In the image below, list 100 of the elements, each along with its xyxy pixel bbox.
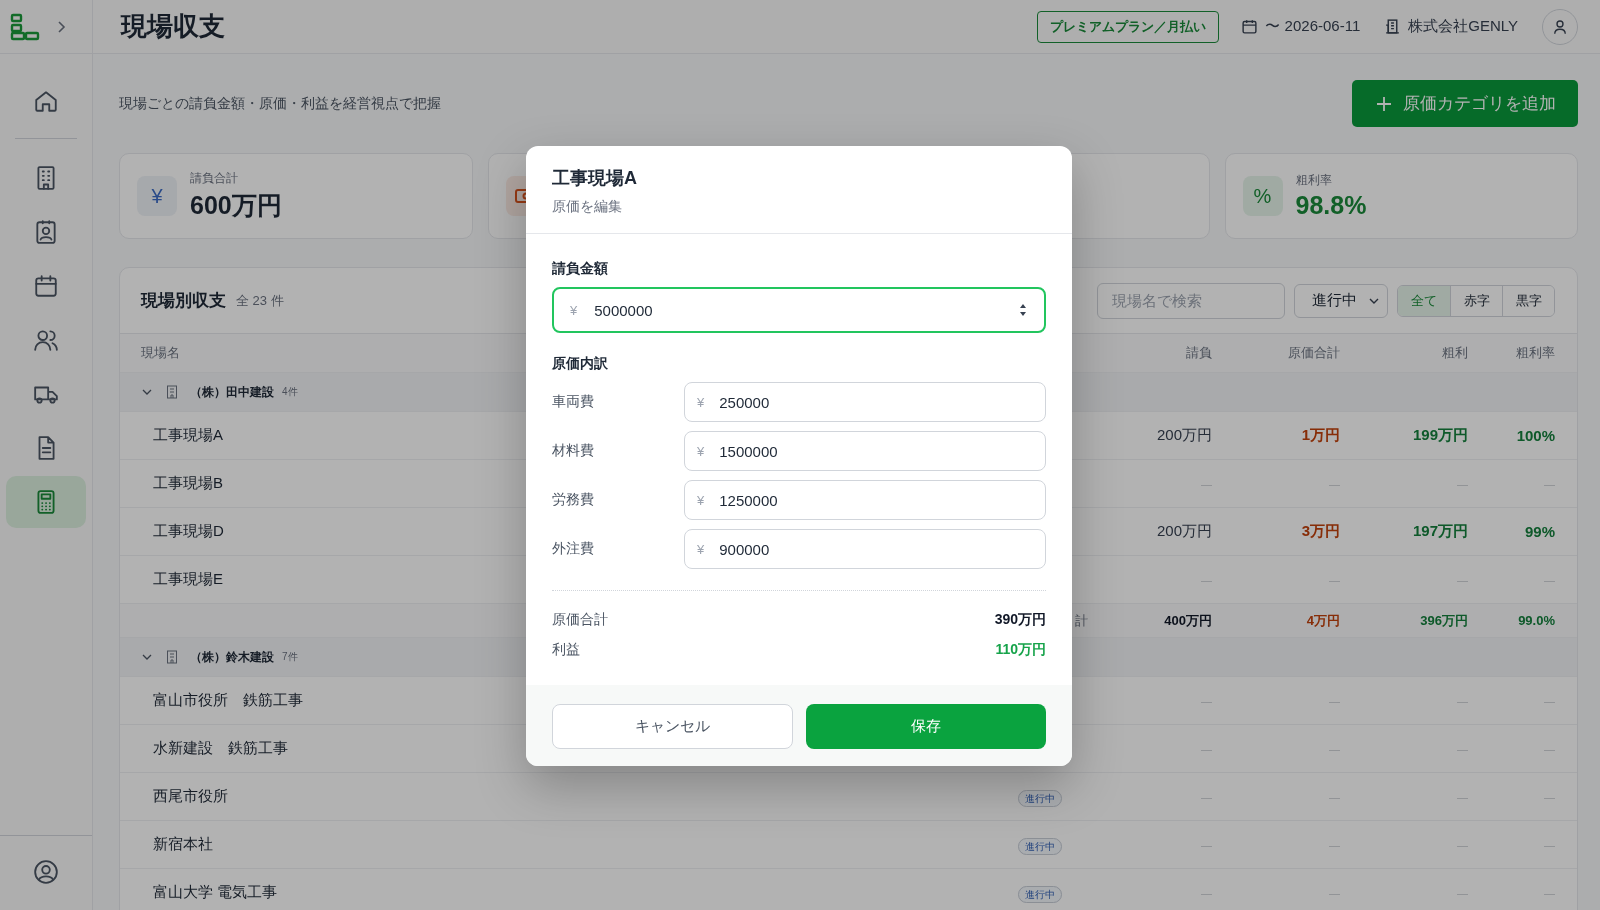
table-cell: — xyxy=(1201,742,1212,755)
site-name[interactable]: 工事現場D xyxy=(141,522,224,539)
cancel-button[interactable]: キャンセル xyxy=(552,704,793,749)
spinner-icon[interactable] xyxy=(1018,302,1028,318)
table-cell: — xyxy=(1544,886,1555,899)
table-cell: — xyxy=(1544,838,1555,851)
status-select[interactable]: 進行中 xyxy=(1294,283,1388,318)
currency-symbol: ¥ xyxy=(697,492,705,508)
subtotal-cell: 99.0% xyxy=(1518,613,1555,628)
cost-field[interactable]: ¥ 900000 xyxy=(684,529,1046,569)
plan-badge: プレミアムプラン／月払い xyxy=(1037,10,1220,43)
card-value: 98.8% xyxy=(1295,191,1367,220)
status-badge: 進行中 xyxy=(1018,837,1062,855)
table-title: 現場別収支 xyxy=(141,290,226,312)
table-cell: — xyxy=(1457,477,1468,490)
profit-value: 110万円 xyxy=(995,641,1046,659)
table-cell: — xyxy=(1544,742,1555,755)
filter-tab[interactable]: 黒字 xyxy=(1502,285,1554,316)
table-cell: — xyxy=(1544,573,1555,586)
table-cell: 200万円 xyxy=(1156,522,1212,539)
subtotal-label: 計 xyxy=(1075,612,1088,628)
table-cell: 100% xyxy=(1516,427,1555,444)
contact-card-icon xyxy=(33,219,59,245)
card-icon: ¥ xyxy=(137,176,177,216)
table-cell: — xyxy=(1457,886,1468,899)
table-cell: 3万円 xyxy=(1301,522,1340,539)
nav-item[interactable] xyxy=(6,476,86,528)
users-icon xyxy=(33,327,59,353)
section-label: 原価内訳 xyxy=(552,355,609,373)
column-header: 粗利率 xyxy=(1516,345,1555,360)
chevron-right-icon[interactable] xyxy=(56,19,66,34)
cost-field[interactable]: ¥ 1250000 xyxy=(684,480,1046,520)
subtotal-cell: 396万円 xyxy=(1420,612,1468,628)
table-cell: — xyxy=(1544,790,1555,803)
table-cell: — xyxy=(1544,477,1555,490)
row-count: 全 23 件 xyxy=(236,291,284,310)
table-cell: — xyxy=(1201,838,1212,851)
site-name[interactable]: 工事現場A xyxy=(141,426,223,443)
building-icon xyxy=(166,385,178,399)
calendar-icon xyxy=(1241,18,1259,35)
group-count: 4件 xyxy=(282,385,298,399)
table-cell: — xyxy=(1201,694,1212,707)
company-name[interactable]: 株式会社GENLY xyxy=(1408,17,1518,36)
table-cell: — xyxy=(1457,742,1468,755)
cost-label: 外注費 xyxy=(552,540,594,558)
table-cell: — xyxy=(1329,790,1340,803)
currency-symbol: ¥ xyxy=(697,443,705,459)
card-value: 600万円 xyxy=(190,190,282,221)
cost-field[interactable]: ¥ 1500000 xyxy=(684,431,1046,471)
cost-field[interactable]: ¥ 250000 xyxy=(684,382,1046,422)
site-name[interactable]: 工事現場B xyxy=(141,474,223,491)
site-name[interactable]: 富山大学 電気工事 xyxy=(141,883,278,900)
card-icon: % xyxy=(1242,176,1283,216)
subtotal-cell: 400万円 xyxy=(1164,612,1212,628)
page-description: 現場ごとの請負金額・原価・利益を経営視点で把握 xyxy=(119,94,441,113)
group-count: 7件 xyxy=(282,650,298,664)
table-cell: — xyxy=(1457,790,1468,803)
site-name[interactable]: 新宿本社 xyxy=(141,835,213,852)
status-badge: 進行中 xyxy=(1018,885,1062,903)
site-name[interactable]: 水新建設 鉄筋工事 xyxy=(141,739,288,756)
subtotal-cell: 4万円 xyxy=(1306,612,1340,628)
site-name[interactable]: 富山市役所 鉄筋工事 xyxy=(141,691,303,708)
chevron-icon[interactable] xyxy=(142,654,152,660)
card-label: 請負合計 xyxy=(190,170,239,187)
summary-label: 原価合計 xyxy=(552,611,608,629)
site-name[interactable]: 西尾市役所 xyxy=(141,787,228,804)
table-cell: — xyxy=(1329,838,1340,851)
dialog-subtitle: 原価を編集 xyxy=(552,198,623,216)
search-field[interactable]: 現場名で検索 xyxy=(1097,282,1285,319)
table-cell: — xyxy=(1329,742,1340,755)
user-circle-icon xyxy=(33,859,59,885)
column-header: 原価合計 xyxy=(1288,345,1340,360)
amount-field[interactable]: ¥ 5000000 xyxy=(552,287,1046,333)
table-cell: — xyxy=(1329,477,1340,490)
currency-symbol: ¥ xyxy=(697,394,705,410)
table-cell: — xyxy=(1201,477,1212,490)
banknote-icon xyxy=(505,176,527,216)
table-cell: — xyxy=(1201,790,1212,803)
group-name: （株）鈴木建設 xyxy=(190,648,274,666)
table-cell: 200万円 xyxy=(1156,426,1212,443)
table-cell: — xyxy=(1329,573,1340,586)
card-label: 粗利率 xyxy=(1295,172,1333,189)
table-cell: — xyxy=(1457,573,1468,586)
table-cell: — xyxy=(1201,573,1212,586)
table-cell: 197万円 xyxy=(1412,522,1468,539)
column-header: 現場名 xyxy=(141,345,180,360)
cost-label: 車両費 xyxy=(552,393,594,411)
cost-label: 材料費 xyxy=(552,442,594,460)
summary-label: 利益 xyxy=(552,641,580,659)
building-icon xyxy=(166,650,178,664)
plus-icon xyxy=(1374,94,1393,113)
date-range: 〜 2026-06-11 xyxy=(1265,17,1361,36)
column-header: 請負 xyxy=(1186,345,1212,360)
group-name: （株）田中建設 xyxy=(190,383,274,401)
dialog-title: 工事現場A xyxy=(552,167,638,190)
chevron-icon[interactable] xyxy=(142,389,152,395)
currency-symbol: ¥ xyxy=(697,541,705,557)
table-cell: 99% xyxy=(1524,523,1555,540)
table-cell: 1万円 xyxy=(1301,426,1340,443)
site-name[interactable]: 工事現場E xyxy=(141,570,223,587)
